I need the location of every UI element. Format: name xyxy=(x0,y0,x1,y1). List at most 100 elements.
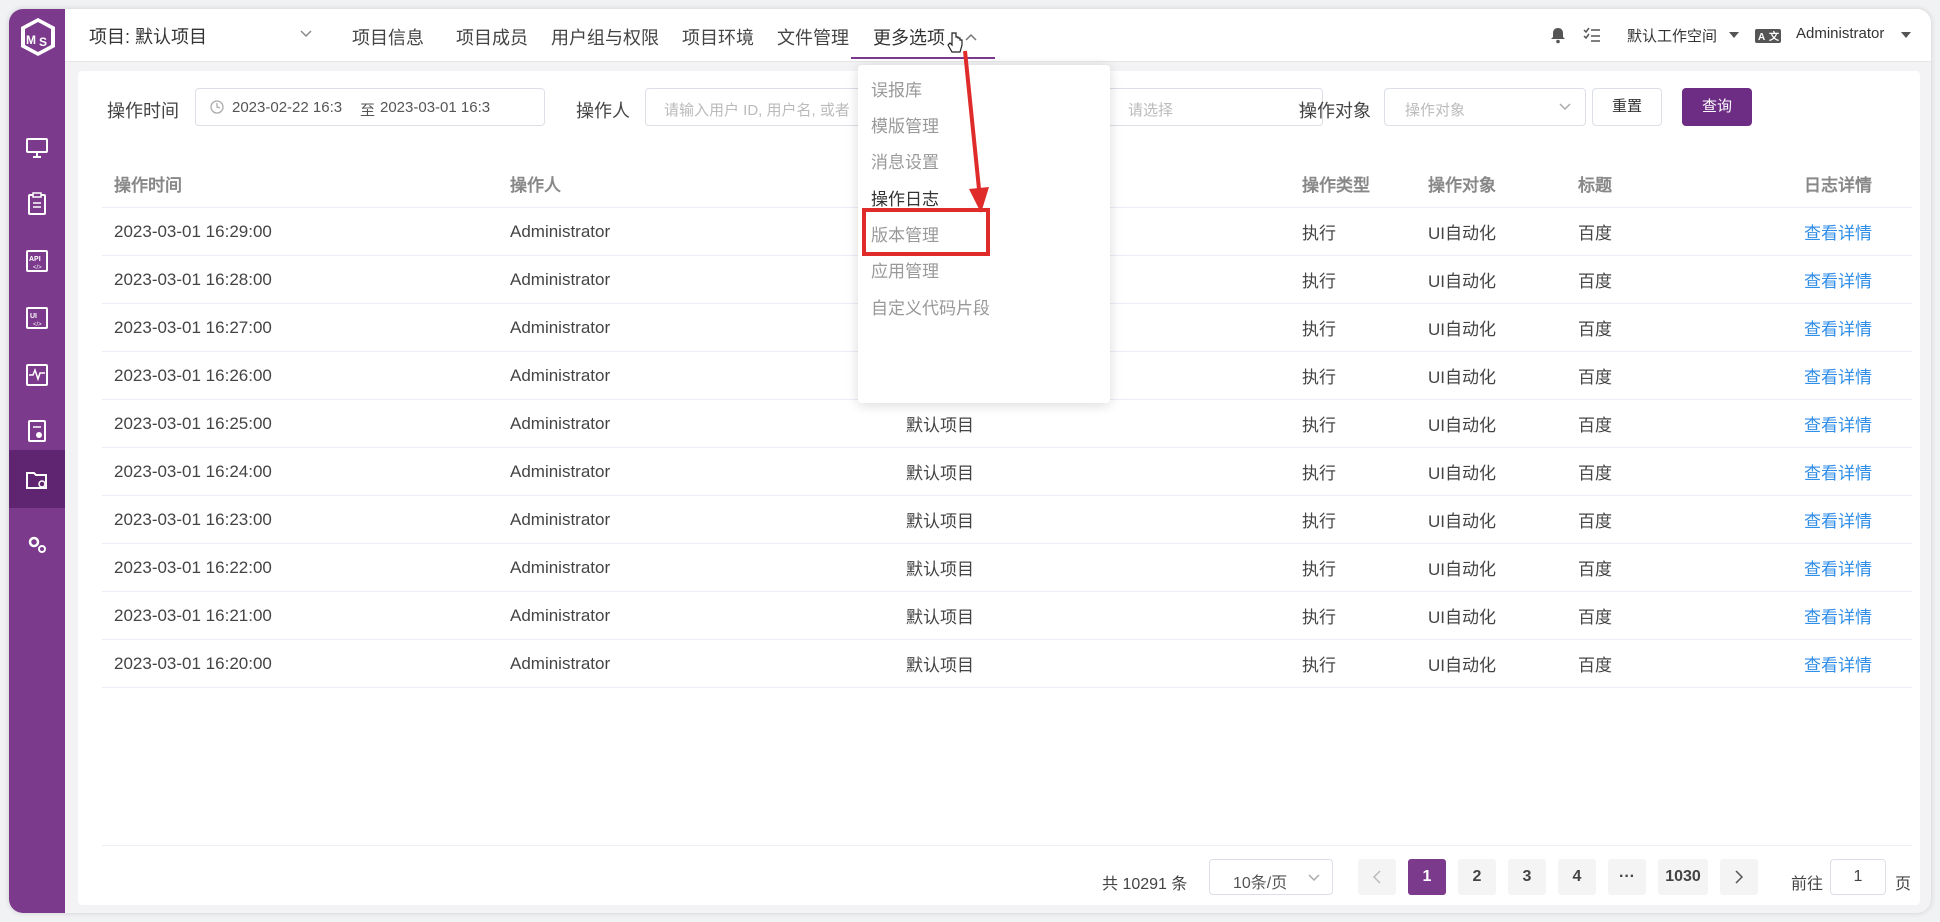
menu-item-false-positive-library[interactable]: 误报库 xyxy=(871,76,922,101)
query-button[interactable]: 查询 xyxy=(1682,88,1752,126)
cell-operator: Administrator xyxy=(498,207,894,256)
table-row: 2023-03-01 16:24:00 Administrator 默认项目 执行 UI… xyxy=(102,447,1912,496)
view-detail-link[interactable]: 查看详情 xyxy=(1792,447,1912,496)
time-range-separator: 至 xyxy=(360,102,376,119)
cell-operator: Administrator xyxy=(498,495,894,544)
menu-item-operation-log[interactable]: 操作日志 xyxy=(871,185,939,210)
tab-project-env[interactable]: 项目环境 xyxy=(682,24,754,50)
cell-project: 默认项目 xyxy=(894,495,1290,544)
view-detail-link[interactable]: 查看详情 xyxy=(1792,207,1912,256)
table-footer-divider xyxy=(102,845,1912,846)
menu-item-message-settings[interactable]: 消息设置 xyxy=(871,148,939,173)
cell-operator: Administrator xyxy=(498,639,894,688)
chevron-left-icon xyxy=(1372,870,1381,884)
bell-icon[interactable] xyxy=(1549,26,1567,44)
cell-object: UI自动化 xyxy=(1416,639,1566,688)
caret-down-icon xyxy=(1729,32,1739,38)
cell-object: UI自动化 xyxy=(1416,351,1566,400)
menu-item-template-management[interactable]: 模版管理 xyxy=(871,112,939,137)
operator-input[interactable]: 请输入用户 ID, 用户名, 或者 xyxy=(645,88,875,126)
view-detail-link[interactable]: 查看详情 xyxy=(1792,303,1912,352)
view-detail-link[interactable]: 查看详情 xyxy=(1792,495,1912,544)
cell-time: 2023-03-01 16:29:00 xyxy=(102,207,498,256)
app-logo[interactable]: M S xyxy=(18,16,58,58)
page-button-3[interactable]: 3 xyxy=(1508,859,1546,895)
nav-track-icon[interactable] xyxy=(9,175,65,233)
column-header-object: 操作对象 xyxy=(1416,159,1566,208)
cell-operator: Administrator xyxy=(498,255,894,304)
tab-project-info[interactable]: 项目信息 xyxy=(352,24,424,50)
svg-text:S: S xyxy=(39,35,47,49)
cell-title: 百度 xyxy=(1566,639,1792,688)
goto-page-input[interactable]: 1 xyxy=(1830,859,1886,895)
cell-type: 执行 xyxy=(1290,591,1416,640)
nav-performance-icon[interactable] xyxy=(9,346,65,404)
pagination-total: 共 10291 条 xyxy=(1102,876,1188,893)
task-list-icon[interactable] xyxy=(1583,26,1601,44)
cell-time: 2023-03-01 16:24:00 xyxy=(102,447,498,496)
cell-project: 默认项目 xyxy=(894,639,1290,688)
workspace-selector[interactable]: 默认工作空间 xyxy=(1627,25,1717,46)
column-header-title: 标题 xyxy=(1566,159,1792,208)
operation-object-select[interactable]: 操作对象 xyxy=(1384,88,1586,126)
view-detail-link[interactable]: 查看详情 xyxy=(1792,255,1912,304)
cell-title: 百度 xyxy=(1566,207,1792,256)
cell-type: 执行 xyxy=(1290,639,1416,688)
menu-item-app-management[interactable]: 应用管理 xyxy=(871,257,939,282)
tab-more-options[interactable]: 更多选项 xyxy=(873,24,945,50)
prev-page-button[interactable] xyxy=(1358,859,1396,895)
view-detail-link[interactable]: 查看详情 xyxy=(1792,351,1912,400)
page-ellipsis-button[interactable]: ··· xyxy=(1608,859,1646,895)
next-page-button[interactable] xyxy=(1720,859,1758,895)
filter-object-label: 操作对象 xyxy=(1299,101,1371,121)
nav-system-settings-icon[interactable] xyxy=(9,515,65,573)
cell-project: 默认项目 xyxy=(894,591,1290,640)
time-start-value: 2023-02-22 16:3 xyxy=(232,99,343,116)
page-button-last[interactable]: 1030 xyxy=(1658,859,1708,895)
tab-file-management[interactable]: 文件管理 xyxy=(777,24,849,50)
caret-down-icon xyxy=(1901,32,1911,38)
reset-button[interactable]: 重置 xyxy=(1592,88,1662,126)
svg-text:API: API xyxy=(29,256,41,263)
nav-project-settings-icon[interactable] xyxy=(9,450,65,508)
operation-type-select[interactable]: 请选择 xyxy=(1107,88,1323,126)
tab-user-groups[interactable]: 用户组与权限 xyxy=(551,24,659,50)
tab-project-members[interactable]: 项目成员 xyxy=(456,24,528,50)
nav-ui-icon[interactable]: UI </> xyxy=(9,289,65,347)
view-detail-link[interactable]: 查看详情 xyxy=(1792,591,1912,640)
top-navbar: 项目: 默认项目 项目信息 项目成员 用户组与权限 项目环境 文件管理 更多选项… xyxy=(65,9,1931,62)
operator-input-placeholder: 请输入用户 ID, 用户名, 或者 xyxy=(664,102,850,119)
view-detail-link[interactable]: 查看详情 xyxy=(1792,543,1912,592)
clock-icon xyxy=(210,100,224,114)
menu-item-custom-code-snippets[interactable]: 自定义代码片段 xyxy=(871,294,990,319)
time-range-picker[interactable]: 2023-02-22 16:3 至 2023-03-01 16:3 xyxy=(195,88,545,126)
cell-object: UI自动化 xyxy=(1416,303,1566,352)
cell-object: UI自动化 xyxy=(1416,543,1566,592)
language-icon[interactable]: A文 xyxy=(1755,29,1781,43)
column-header-detail: 日志详情 xyxy=(1792,159,1912,208)
chevron-down-icon xyxy=(1308,874,1320,882)
page-button-2[interactable]: 2 xyxy=(1458,859,1496,895)
goto-label: 前往 xyxy=(1791,876,1824,893)
nav-workbench-icon[interactable] xyxy=(9,119,65,177)
app-window: M S API </> UI </> 项目: 默认项目 项目信息 项目成员 用户… xyxy=(9,9,1931,913)
cell-title: 百度 xyxy=(1566,447,1792,496)
cell-title: 百度 xyxy=(1566,351,1792,400)
svg-text:UI: UI xyxy=(30,313,37,320)
project-selector[interactable]: 项目: 默认项目 xyxy=(89,23,313,49)
cell-project: 默认项目 xyxy=(894,399,1290,448)
filter-time-label: 操作时间 xyxy=(107,101,179,121)
cell-object: UI自动化 xyxy=(1416,255,1566,304)
view-detail-link[interactable]: 查看详情 xyxy=(1792,399,1912,448)
page-button-1[interactable]: 1 xyxy=(1408,859,1446,895)
cell-time: 2023-03-01 16:20:00 xyxy=(102,639,498,688)
view-detail-link[interactable]: 查看详情 xyxy=(1792,639,1912,688)
page-size-select[interactable]: 10条/页 xyxy=(1209,859,1333,895)
operation-type-placeholder: 请选择 xyxy=(1128,102,1174,119)
column-header-time: 操作时间 xyxy=(102,159,498,208)
nav-api-icon[interactable]: API </> xyxy=(9,232,65,290)
page-button-4[interactable]: 4 xyxy=(1558,859,1596,895)
user-menu[interactable]: Administrator xyxy=(1796,25,1884,42)
project-selector-label: 项目: 默认项目 xyxy=(89,27,208,47)
cell-type: 执行 xyxy=(1290,495,1416,544)
